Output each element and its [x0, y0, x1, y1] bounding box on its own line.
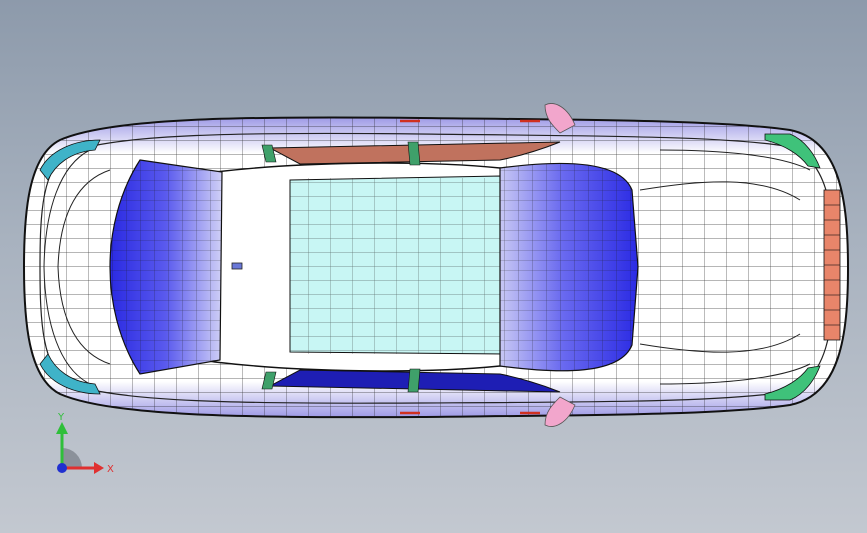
pillar-c-lower [407, 368, 421, 393]
graphics-viewport[interactable]: Y X [0, 0, 867, 533]
car-model-view[interactable] [0, 0, 867, 533]
pillar-c-upper [407, 141, 421, 166]
z-axis-origin [57, 463, 67, 473]
y-axis-arrowhead [56, 422, 68, 434]
x-axis-arrowhead [94, 462, 104, 474]
roof-marker[interactable] [231, 262, 243, 270]
coordinate-triad[interactable]: Y X [40, 410, 130, 490]
y-axis-label: Y [57, 412, 65, 423]
x-axis-label: X [107, 464, 114, 475]
